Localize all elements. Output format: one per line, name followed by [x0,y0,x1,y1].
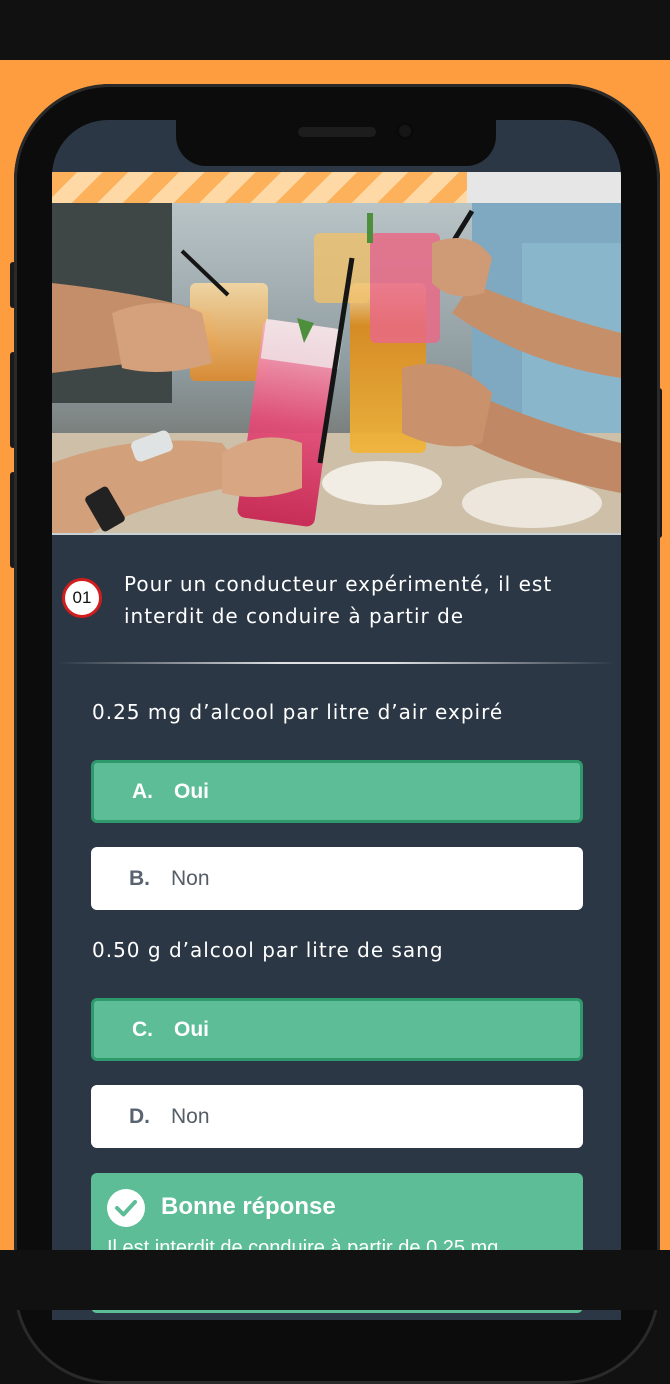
progress-fill [52,172,468,203]
option-letter: B. [129,866,150,890]
option-label: Oui [174,779,209,803]
option-letter: D. [129,1104,150,1128]
option-letter: A. [132,779,153,803]
photo-divider [52,533,621,535]
section-divider [58,662,615,664]
app-screen: 01 Pour un conducteur expérimenté, il es… [52,120,621,1320]
statement-2: 0.50 g d’alcool par litre de sang [92,938,444,962]
option-b-button[interactable]: B. Non [91,847,583,910]
option-a-button[interactable]: A. Oui [91,760,583,823]
question-photo [52,203,621,533]
question-text: Pour un conducteur expérimenté, il est i… [124,572,553,628]
option-label: Non [171,1104,210,1128]
statement-1: 0.25 mg d’alcool par litre d’air expiré [92,700,504,724]
option-d-button[interactable]: D. Non [91,1085,583,1148]
option-label: Non [171,866,210,890]
check-circle-icon [107,1189,145,1227]
bottom-black-bar [0,1250,670,1310]
option-label: Oui [174,1017,209,1041]
question-number-badge: 01 [62,578,102,618]
quiz-progress-bar [52,172,621,203]
speaker-grille [298,127,376,137]
feedback-title: Bonne réponse [161,1193,336,1220]
option-c-button[interactable]: C. Oui [91,998,583,1061]
front-camera-icon [396,122,414,140]
drinks-toast-image [52,203,621,533]
option-letter: C. [132,1017,153,1041]
